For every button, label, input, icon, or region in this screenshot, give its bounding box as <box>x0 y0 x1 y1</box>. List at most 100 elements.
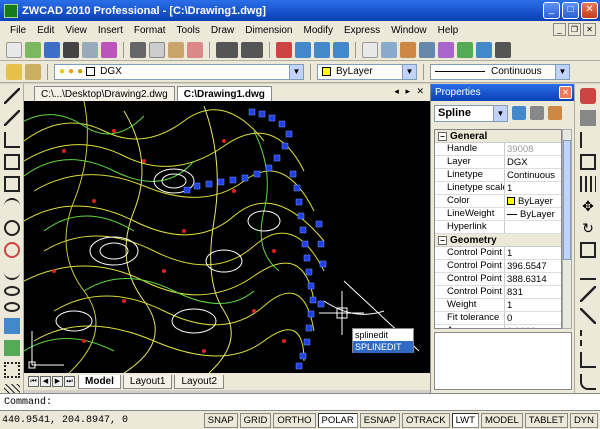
tab-drawing1[interactable]: C:\Drawing1.dwg <box>176 86 272 101</box>
select-objects-icon[interactable] <box>530 106 544 120</box>
toggle-pickadd-icon[interactable] <box>512 106 526 120</box>
prev-tab-icon[interactable]: ◀ <box>40 376 51 387</box>
property-row[interactable]: Linetype scale 1 <box>435 182 561 195</box>
menu-insert[interactable]: Insert <box>98 25 123 36</box>
rotate-icon[interactable]: ↻ <box>580 220 596 236</box>
arc-icon[interactable] <box>4 198 20 214</box>
redo-icon[interactable] <box>241 41 263 58</box>
status-toggle-dyn[interactable]: DYN <box>569 412 598 428</box>
design-center-icon[interactable] <box>381 41 397 58</box>
construction-line-icon[interactable] <box>4 110 20 126</box>
preview-icon[interactable] <box>82 41 98 58</box>
status-toggle-tablet[interactable]: TABLET <box>524 412 568 428</box>
copy-icon[interactable] <box>149 41 165 58</box>
layer-states-icon[interactable] <box>25 63 41 80</box>
ellipse-arc-icon[interactable] <box>4 302 20 312</box>
collapse-icon[interactable]: − <box>438 235 447 245</box>
property-value[interactable] <box>505 221 561 233</box>
doc-restore-button[interactable]: ❐ <box>568 23 581 36</box>
property-row[interactable]: Weight 1 <box>435 299 561 312</box>
autocomplete-item-selected[interactable]: SPLINEDIT <box>353 341 413 353</box>
paste-icon[interactable] <box>168 41 184 58</box>
array-icon[interactable] <box>580 176 596 192</box>
property-value[interactable]: 1 <box>505 299 561 311</box>
minimize-button[interactable]: _ <box>543 2 560 19</box>
match-properties-icon[interactable] <box>187 41 203 58</box>
tab-navigation[interactable]: ◂ ▸ ✕ <box>394 86 426 97</box>
quick-select-icon[interactable] <box>548 106 562 120</box>
property-row[interactable]: Fit tolerance 0 <box>435 312 561 325</box>
status-toggle-lwt[interactable]: LWT <box>451 412 479 428</box>
properties-icon[interactable] <box>362 41 378 58</box>
chevron-down-icon[interactable]: ▼ <box>555 64 569 79</box>
status-toggle-esnap[interactable]: ESNAP <box>359 412 400 428</box>
property-value[interactable]: DGX <box>505 156 561 168</box>
property-value[interactable]: 1 <box>505 182 561 194</box>
property-row[interactable]: Control Point 388.6314 <box>435 273 561 286</box>
property-row[interactable]: Hyperlink <box>435 221 561 234</box>
last-tab-icon[interactable]: ⏭ <box>64 376 75 387</box>
menu-tools[interactable]: Tools <box>177 25 200 36</box>
property-value[interactable]: ByLayer <box>505 208 561 220</box>
property-row[interactable]: Control Point 1 <box>435 247 561 260</box>
break-icon[interactable] <box>580 330 596 346</box>
chevron-down-icon[interactable]: ▼ <box>493 105 507 121</box>
menu-file[interactable]: File <box>10 25 26 36</box>
command-line[interactable]: Command: <box>0 393 600 410</box>
close-icon[interactable]: ✕ <box>559 86 572 99</box>
linetype-combo[interactable]: Continuous ▼ <box>430 63 570 80</box>
stretch-icon[interactable] <box>580 264 596 280</box>
tool-palette-icon[interactable] <box>400 41 416 58</box>
offset-icon[interactable] <box>580 154 596 170</box>
status-toggle-model[interactable]: MODEL <box>480 412 523 428</box>
chevron-down-icon[interactable]: ▼ <box>402 64 416 79</box>
erase-icon[interactable] <box>580 88 596 104</box>
property-row[interactable]: Control Point 831 <box>435 286 561 299</box>
tab-drawing2[interactable]: C:\...\Desktop\Drawing2.dwg <box>34 86 175 101</box>
tab-layout2[interactable]: Layout2 <box>174 374 225 389</box>
menu-view[interactable]: View <box>65 25 87 36</box>
move-icon[interactable]: ✥ <box>580 198 596 214</box>
insert-block-icon[interactable] <box>4 318 20 334</box>
property-row[interactable]: Linetype Continuous <box>435 169 561 182</box>
revcloud-icon[interactable] <box>4 242 20 258</box>
markup-icon[interactable] <box>438 41 454 58</box>
property-value[interactable]: 1 <box>505 247 561 259</box>
maximize-button[interactable]: □ <box>562 2 579 19</box>
property-value[interactable]: ByLayer <box>505 195 561 207</box>
save-icon[interactable] <box>44 41 60 58</box>
zoom-previous-icon[interactable] <box>333 41 349 58</box>
tab-model[interactable]: Model <box>78 374 121 389</box>
trim-icon[interactable] <box>580 286 596 302</box>
property-section[interactable]: − General <box>435 130 561 143</box>
sheet-set-icon[interactable] <box>419 41 435 58</box>
polygon-icon[interactable] <box>4 154 20 170</box>
property-value[interactable]: 831 <box>505 286 561 298</box>
spline-icon[interactable] <box>4 264 20 280</box>
menu-edit[interactable]: Edit <box>37 25 54 36</box>
property-value[interactable]: 39008 <box>505 143 561 155</box>
menu-dimension[interactable]: Dimension <box>245 25 292 36</box>
print-icon[interactable] <box>63 41 79 58</box>
line-icon[interactable] <box>4 88 20 104</box>
open-icon[interactable] <box>25 41 41 58</box>
color-combo[interactable]: ByLayer ▼ <box>317 63 417 80</box>
property-value[interactable]: 0 <box>505 312 561 324</box>
chevron-down-icon[interactable]: ▼ <box>289 64 303 79</box>
tab-layout1[interactable]: Layout1 <box>122 374 173 389</box>
menu-draw[interactable]: Draw <box>211 25 234 36</box>
cut-icon[interactable] <box>130 41 146 58</box>
publish-icon[interactable] <box>101 41 117 58</box>
copy-object-icon[interactable] <box>580 110 596 126</box>
fillet-icon[interactable] <box>580 374 596 390</box>
menu-express[interactable]: Express <box>344 25 380 36</box>
status-toggle-otrack[interactable]: OTRACK <box>401 412 450 428</box>
doc-close-button[interactable]: ✕ <box>583 23 596 36</box>
find-icon[interactable] <box>476 41 492 58</box>
circle-icon[interactable] <box>4 220 20 236</box>
point-icon[interactable] <box>4 362 20 378</box>
object-type-select[interactable]: Spline ▼ <box>434 104 508 122</box>
pan-icon[interactable] <box>276 41 292 58</box>
property-value[interactable]: 396.5547 <box>505 260 561 272</box>
property-row[interactable]: Control Point 396.5547 <box>435 260 561 273</box>
